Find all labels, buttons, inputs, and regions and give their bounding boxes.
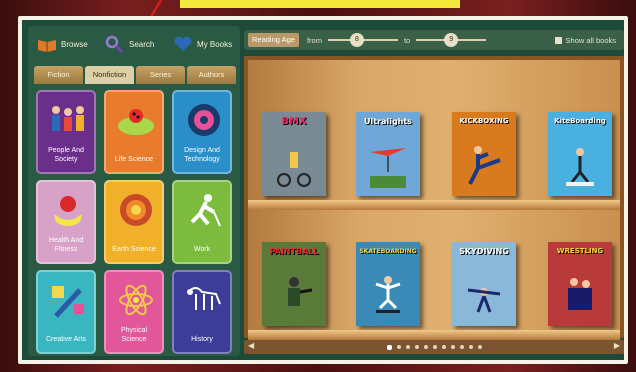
skateboarder-icon [375, 276, 401, 313]
left-panel: Browse Search My Books Fiction Nonfictio… [28, 26, 240, 356]
digging-worker-icon [190, 194, 221, 227]
category-tile-history[interactable]: History [172, 270, 232, 354]
book-cover[interactable]: PAINTBALL [262, 242, 326, 326]
ladybug-leaf-icon [118, 109, 154, 135]
filter-bar: Reading Age from 8 to 9 Show all books [244, 30, 624, 50]
page-dot[interactable] [432, 345, 437, 349]
book-title: SKATEBOARDING [359, 248, 417, 255]
tab-nonfiction[interactable]: Nonfiction [85, 66, 134, 84]
bookshelf: BMX Ultralights KICKBOXING KiteBoarding … [244, 56, 624, 340]
book-cover[interactable]: SKYDIVING [452, 242, 516, 326]
show-all-label: Show all books [565, 35, 616, 45]
category-tile-earth-science[interactable]: Earth Science [104, 180, 164, 264]
category-label: People And Society [48, 147, 84, 163]
page-dot[interactable] [405, 345, 410, 349]
top-banner [180, 0, 460, 8]
category-tile-life-science[interactable]: Life Science [104, 90, 164, 174]
nav-my-books[interactable]: My Books [168, 32, 236, 56]
to-slider-knob[interactable]: 9 [444, 33, 459, 47]
category-tile-people-and-society[interactable]: People And Society [36, 90, 96, 174]
book-cover[interactable]: WRESTLING [548, 242, 612, 326]
book-title: KICKBOXING [459, 117, 509, 125]
page-dot[interactable] [477, 345, 482, 349]
page-dot[interactable] [386, 344, 392, 350]
category-tile-physical-science[interactable]: Physical Science [104, 270, 164, 354]
bmx-rider-icon [277, 152, 311, 187]
category-tile-health-and-fitness[interactable]: Health And Fitness [36, 180, 96, 264]
next-page-arrow[interactable]: ▶ [614, 341, 620, 350]
category-tile-design-and-technology[interactable]: Design And Technology [172, 90, 232, 174]
category-label: Work [193, 246, 211, 253]
kiteboarder-icon [566, 148, 594, 186]
book-title: PAINTBALL [269, 247, 319, 256]
page-indicator: ◀ ▶ [244, 340, 624, 354]
category-grid: People And Society Life Science Design A… [34, 86, 236, 356]
nav-browse-label: Browse [61, 39, 88, 49]
category-label: History [191, 336, 213, 343]
reading-age-dropdown[interactable]: Reading Age [248, 33, 299, 47]
book-title: Ultralights [364, 117, 412, 126]
category-tile-work[interactable]: Work [172, 180, 232, 264]
category-tile-creative-arts[interactable]: Creative Arts [36, 270, 96, 354]
paint-brush-icon [52, 286, 84, 318]
shelf-board-bottom [248, 330, 620, 340]
wrestler-icon [568, 278, 592, 310]
book-cover[interactable]: BMX [262, 112, 326, 196]
category-label: Earth Science [112, 246, 156, 253]
from-slider-knob[interactable]: 8 [349, 33, 364, 47]
people-icon [52, 106, 84, 131]
paintball-player-icon [288, 277, 312, 306]
to-label: to [403, 35, 411, 45]
right-panel: Reading Age from 8 to 9 Show all books B… [244, 26, 624, 356]
dinosaur-skeleton-icon [187, 287, 221, 310]
book-cover[interactable]: SKATEBOARDING [356, 242, 420, 326]
category-label: Design And Technology [184, 147, 220, 163]
book-cover[interactable]: Ultralights [356, 112, 420, 196]
open-book-icon [38, 40, 56, 52]
heart-icon [174, 36, 192, 51]
page-dot[interactable] [423, 345, 428, 349]
page-dot[interactable] [441, 345, 446, 349]
top-nav: Browse Search My Books [32, 30, 238, 58]
tab-authors[interactable]: Authors [187, 66, 236, 84]
app-frame: Browse Search My Books Fiction Nonfictio… [18, 16, 628, 364]
earth-layers-icon [120, 194, 152, 226]
page-dot[interactable] [459, 345, 464, 349]
page-dot[interactable] [468, 345, 473, 349]
category-label: Physical Science [120, 327, 148, 343]
book-title: WRESTLING [556, 247, 604, 255]
page-dot[interactable] [414, 345, 419, 349]
kickboxer-icon [468, 146, 501, 185]
book-cover[interactable]: KiteBoarding [548, 112, 612, 196]
nav-my-books-label: My Books [197, 39, 233, 49]
nav-browse[interactable]: Browse [32, 32, 100, 56]
category-label: Life Science [114, 156, 154, 163]
nav-search[interactable]: Search [100, 32, 168, 56]
from-label: from [306, 35, 322, 45]
category-tabs: Fiction Nonfiction Series Authors [34, 66, 236, 84]
show-all-books-toggle[interactable]: Show all books [554, 35, 616, 45]
gear-disc-icon [188, 104, 220, 136]
category-label: Health And Fitness [48, 237, 84, 253]
category-label: Creative Arts [45, 336, 87, 343]
book-cover[interactable]: KICKBOXING [452, 112, 516, 196]
ultralight-plane-icon [370, 148, 406, 188]
page-dot[interactable] [396, 345, 401, 349]
apple-measure-icon [54, 196, 82, 226]
skydiver-icon [467, 288, 501, 313]
book-title: BMX [281, 116, 307, 127]
page-dot[interactable] [450, 345, 455, 349]
from-slider[interactable]: 8 [327, 33, 398, 47]
magnifier-icon [105, 35, 124, 53]
nav-search-label: Search [129, 39, 155, 49]
show-all-checkbox[interactable] [554, 36, 562, 44]
atom-icon [119, 284, 153, 316]
to-slider[interactable]: 9 [416, 33, 487, 47]
tab-series[interactable]: Series [136, 66, 185, 84]
book-title: KiteBoarding [554, 117, 606, 125]
book-title: SKYDIVING [459, 247, 509, 256]
tab-fiction[interactable]: Fiction [34, 66, 83, 84]
shelf-board-top [248, 200, 620, 210]
prev-page-arrow[interactable]: ◀ [248, 341, 254, 350]
